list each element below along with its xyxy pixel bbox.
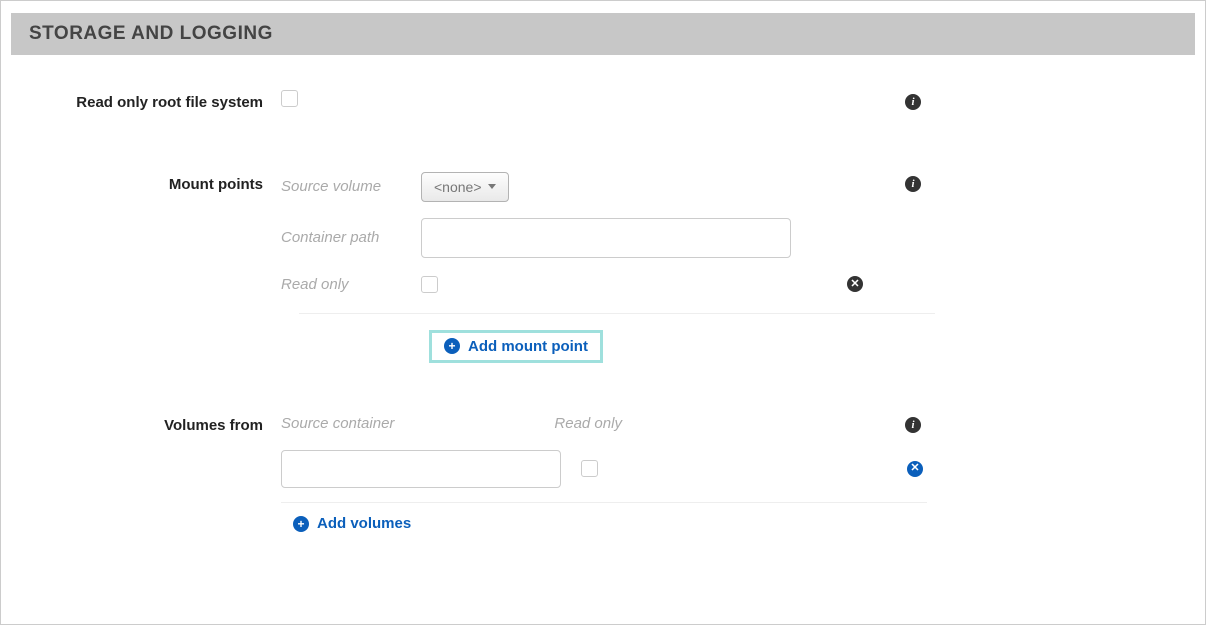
read-only-root-label: Read only root file system — [11, 90, 281, 114]
source-volume-label: Source volume — [281, 176, 421, 197]
caret-down-icon — [488, 184, 496, 189]
container-path-input[interactable] — [421, 218, 791, 258]
info-icon[interactable]: i — [905, 417, 921, 433]
section-title: STORAGE AND LOGGING — [29, 23, 273, 44]
plus-circle-icon: + — [293, 516, 309, 532]
container-path-label: Container path — [281, 227, 421, 248]
storage-logging-panel: STORAGE AND LOGGING Read only root file … — [0, 0, 1206, 625]
volumes-from-label: Volumes from — [11, 413, 281, 437]
source-container-label: Source container — [281, 413, 394, 434]
add-volumes-label: Add volumes — [317, 515, 411, 532]
section-header: STORAGE AND LOGGING — [11, 13, 1195, 55]
remove-volume-icon[interactable]: ✕ — [907, 461, 923, 477]
mount-points-label: Mount points — [11, 172, 281, 196]
remove-mount-icon[interactable]: ✕ — [847, 276, 863, 292]
add-volumes-button[interactable]: + Add volumes — [293, 515, 411, 532]
divider — [281, 502, 927, 503]
info-icon[interactable]: i — [905, 94, 921, 110]
mount-read-only-label: Read only — [281, 274, 421, 295]
source-container-input[interactable] — [281, 450, 561, 488]
divider — [299, 313, 935, 314]
add-mount-point-label: Add mount point — [468, 338, 588, 355]
vol-read-only-checkbox[interactable] — [581, 460, 598, 477]
mount-read-only-checkbox[interactable] — [421, 276, 438, 293]
read-only-root-checkbox[interactable] — [281, 90, 298, 107]
plus-circle-icon: + — [444, 338, 460, 354]
vol-read-only-label: Read only — [554, 413, 622, 434]
info-icon[interactable]: i — [905, 176, 921, 192]
source-volume-dropdown[interactable]: <none> — [421, 172, 509, 202]
source-volume-value: <none> — [434, 179, 482, 195]
add-mount-point-button[interactable]: + Add mount point — [429, 330, 603, 363]
